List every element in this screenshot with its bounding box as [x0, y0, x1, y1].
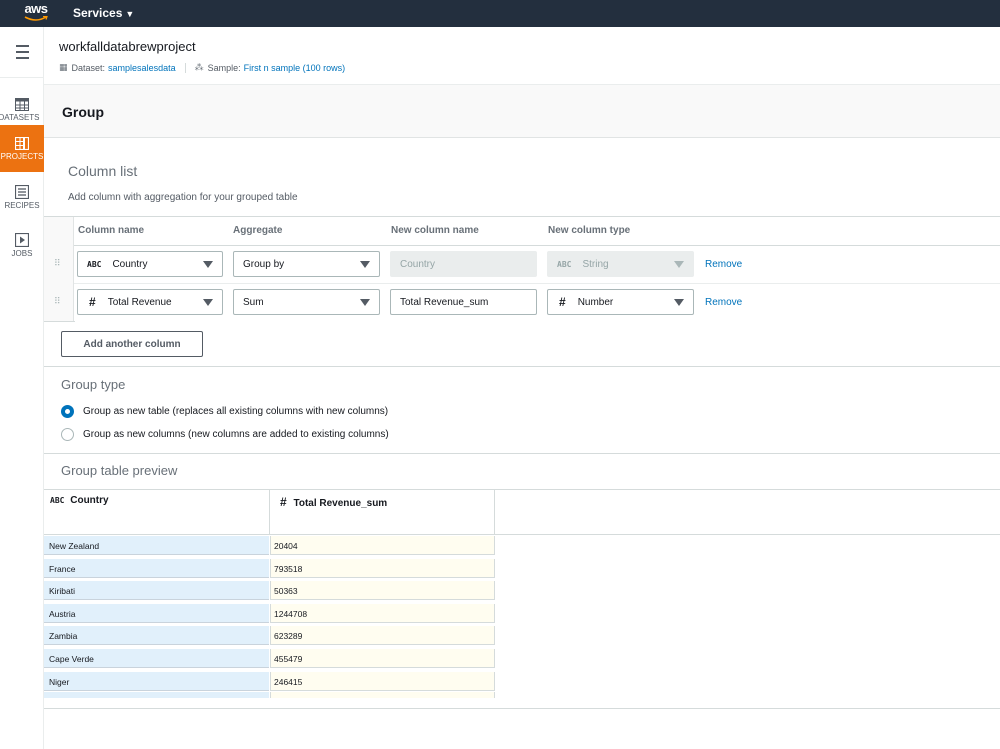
- play-icon: [15, 233, 29, 247]
- divider: [74, 283, 1000, 284]
- services-menu[interactable]: Services ▼: [73, 6, 134, 20]
- hamburger-icon: [15, 43, 29, 61]
- drag-handle-icon[interactable]: ⠿: [54, 297, 62, 306]
- caret-down-icon: ▼: [125, 9, 135, 19]
- sample-nodes-icon: ⁂: [194, 62, 204, 72]
- cell-country[interactable]: Niger: [44, 671, 269, 691]
- caret-down-icon: [360, 261, 370, 268]
- sidebar-item-projects[interactable]: Projects: [0, 125, 44, 172]
- aws-logo[interactable]: aws: [22, 2, 50, 24]
- divider: [44, 216, 1000, 217]
- cell-country[interactable]: Zambia: [44, 626, 269, 646]
- new-column-type-select[interactable]: ABC String: [547, 251, 694, 277]
- caret-down-icon: [360, 299, 370, 306]
- new-column-name-input[interactable]: Total Revenue_sum: [390, 289, 537, 315]
- divider: [44, 534, 1000, 535]
- divider: [184, 62, 186, 73]
- sample-link[interactable]: First n sample (100 rows): [244, 63, 346, 73]
- menu-toggle-button[interactable]: [0, 27, 44, 78]
- new-column-type-select[interactable]: # Number: [547, 289, 694, 315]
- project-grid-icon: [15, 136, 29, 150]
- side-navigation: Datasets Projects Recipes Jobs: [0, 27, 44, 749]
- group-table-preview-title: Group table preview: [61, 463, 178, 478]
- caret-down-icon: [203, 299, 213, 306]
- string-type-icon: ABC: [50, 496, 65, 505]
- recipe-list-icon: [15, 185, 29, 199]
- header-new-column-type: New column type: [548, 225, 631, 236]
- panel-title: Group: [62, 104, 104, 120]
- drag-handle-icon[interactable]: ⠿: [54, 259, 62, 268]
- dataset-link[interactable]: samplesalesdata: [108, 63, 176, 73]
- new-column-name-input[interactable]: Country: [390, 251, 537, 277]
- remove-row-button[interactable]: Remove: [705, 259, 742, 270]
- header-aggregate: Aggregate: [233, 225, 283, 236]
- cell-total-revenue-sum[interactable]: 455479: [270, 649, 495, 668]
- aws-smile-icon: [24, 16, 48, 21]
- cell-total-revenue-sum[interactable]: 793518: [270, 558, 495, 578]
- cell-total-revenue-sum[interactable]: 1244708: [270, 603, 495, 623]
- cell-country[interactable]: Kiribati: [44, 581, 269, 601]
- preview-header-country[interactable]: ABC Country: [44, 489, 270, 535]
- cell-total-revenue-sum[interactable]: 20404: [270, 536, 495, 555]
- group-type-title: Group type: [61, 377, 126, 392]
- project-meta: ▦ Dataset: samplesalesdata ⁂ Sample: Fir…: [59, 62, 346, 73]
- radio-unselected-icon: [61, 428, 74, 441]
- number-type-icon: #: [280, 495, 287, 509]
- caret-down-icon: [674, 261, 684, 268]
- divider: [74, 245, 1000, 246]
- table-icon: [15, 97, 29, 111]
- caret-down-icon: [203, 261, 213, 268]
- dataset-table-icon: ▦: [59, 62, 68, 72]
- divider: [44, 366, 1000, 367]
- number-type-icon: #: [559, 295, 566, 309]
- sidebar-item-recipes[interactable]: Recipes: [0, 174, 44, 221]
- column-name-select[interactable]: ABC Country: [77, 251, 223, 277]
- top-navigation-bar: aws Services ▼: [0, 0, 1000, 27]
- column-name-select[interactable]: # Total Revenue: [77, 289, 223, 315]
- project-title: workfalldatabrewproject: [59, 39, 196, 54]
- radio-group-as-new-table[interactable]: Group as new table (replaces all existin…: [61, 405, 388, 418]
- cell-total-revenue-sum[interactable]: 50363: [270, 581, 495, 601]
- cell-country[interactable]: New Zealand: [44, 536, 269, 555]
- string-type-icon: ABC: [87, 259, 102, 269]
- cell-total-revenue-sum[interactable]: 246415: [270, 671, 495, 691]
- aggregate-select[interactable]: Group by: [233, 251, 380, 277]
- project-header: workfalldatabrewproject ▦ Dataset: sampl…: [44, 27, 1000, 85]
- divider: [44, 708, 1000, 709]
- add-another-column-button[interactable]: Add another column: [61, 331, 203, 357]
- sidebar-item-jobs[interactable]: Jobs: [0, 222, 44, 269]
- cell-country[interactable]: France: [44, 558, 269, 578]
- column-list-title: Column list: [68, 163, 138, 179]
- string-type-icon: ABC: [557, 259, 572, 269]
- aggregate-select[interactable]: Sum: [233, 289, 380, 315]
- divider: [44, 321, 75, 322]
- column-list-description: Add column with aggregation for your gro…: [68, 192, 298, 203]
- cell-total-revenue-sum[interactable]: 623289: [270, 626, 495, 646]
- cell-country[interactable]: Austria: [44, 603, 269, 623]
- radio-selected-icon: [61, 405, 74, 418]
- preview-header-total-revenue-sum[interactable]: # Total Revenue_sum: [270, 489, 495, 535]
- header-column-name: Column name: [78, 225, 145, 236]
- number-type-icon: #: [89, 295, 96, 309]
- radio-group-as-new-columns[interactable]: Group as new columns (new columns are ad…: [61, 428, 389, 441]
- header-new-column-name: New column name: [391, 225, 479, 236]
- caret-down-icon: [674, 299, 684, 306]
- remove-row-button[interactable]: Remove: [705, 297, 742, 308]
- group-panel-header: Group: [44, 85, 1000, 138]
- cell-country[interactable]: Cape Verde: [44, 649, 269, 668]
- divider: [44, 453, 1000, 454]
